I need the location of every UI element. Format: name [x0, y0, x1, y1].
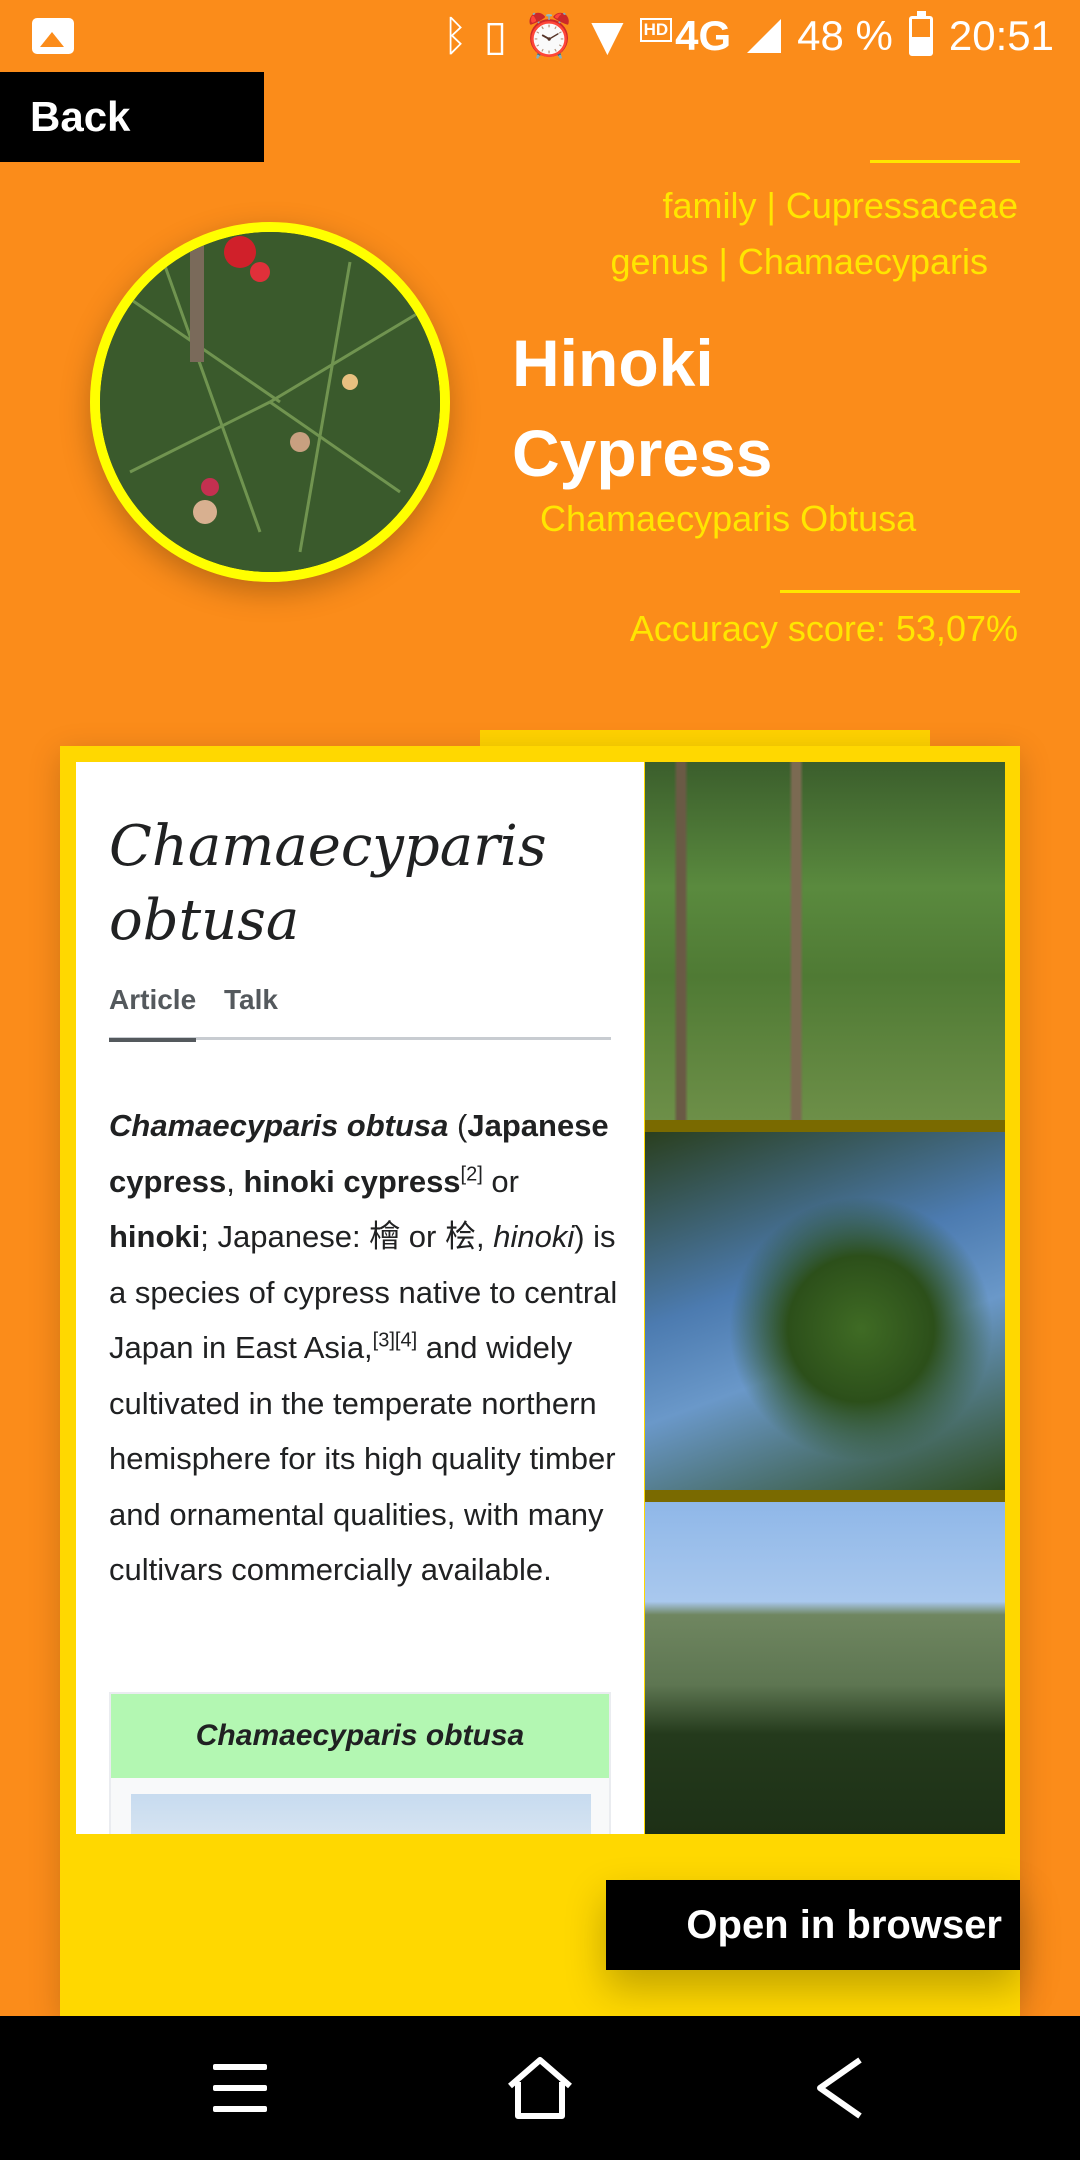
status-bar: ᛒ ▯ ⏰ ▼ HD 4G 48 % 20:51	[0, 0, 1080, 72]
reference-link[interactable]: [3]	[373, 1330, 395, 1352]
wiki-heading-line-2: obtusa	[109, 888, 300, 953]
wikipedia-webview[interactable]: Chamaecyparis obtusa Article Talk Chamae…	[76, 762, 644, 1834]
text: or	[482, 1163, 519, 1199]
text: ,	[226, 1163, 244, 1199]
accuracy-score: Accuracy score: 53,07%	[629, 608, 1018, 649]
clock: 20:51	[948, 12, 1054, 59]
gallery-photo-forest[interactable]	[645, 762, 1005, 1120]
taxonomy: family | Cupressaceae genus | Chamaecypa…	[610, 178, 1018, 290]
text: and widely cultivated in the temperate n…	[109, 1330, 616, 1587]
gallery-photo-mountains[interactable]	[645, 1502, 1005, 1834]
open-in-browser-button[interactable]: Open in browser	[606, 1880, 1020, 1970]
bold-term: hinoki cypress	[243, 1163, 461, 1199]
infobox-title: Chamaecyparis obtusa	[111, 1694, 609, 1778]
gallery-icon	[32, 18, 74, 54]
bold-term: Chamaecyparis obtusa	[109, 1108, 449, 1143]
vibrate-icon: ▯	[483, 11, 507, 60]
reference-link[interactable]: [2]	[461, 1163, 483, 1185]
alarm-icon: ⏰	[522, 11, 576, 60]
tree-photo-icon	[100, 232, 440, 572]
title-line-1: Hinoki	[512, 326, 714, 400]
text: ; Japanese: 檜 or 桧,	[200, 1219, 494, 1254]
divider	[645, 1120, 1005, 1132]
menu-icon[interactable]	[213, 2064, 267, 2112]
tab-article[interactable]: Article	[109, 984, 197, 1042]
wiki-heading: Chamaecyparis obtusa	[109, 810, 547, 958]
family-label: family | Cupressaceae	[662, 185, 1019, 226]
scientific-name: Chamaecyparis Obtusa	[540, 498, 917, 539]
reference-link[interactable]: [4]	[395, 1330, 417, 1352]
infobox-image[interactable]	[131, 1794, 591, 1834]
battery-percent: 48 %	[797, 12, 893, 59]
home-icon[interactable]	[506, 2056, 574, 2120]
gallery-photo-branch[interactable]	[645, 1132, 1005, 1490]
title-line-2: Cypress	[512, 416, 773, 490]
back-button[interactable]: Back	[0, 72, 264, 162]
divider	[645, 1490, 1005, 1502]
genus-label: genus | Chamaecyparis	[610, 241, 988, 282]
wiki-tabs: Article Talk	[109, 984, 611, 1042]
bold-term: hinoki	[109, 1219, 201, 1254]
plant-photo	[90, 222, 450, 582]
network-badge: HD 4G	[639, 12, 732, 60]
wifi-icon: ▼	[591, 11, 624, 60]
divider	[870, 160, 1020, 163]
wiki-article-text: Chamaecyparis obtusa (Japanese cypress, …	[109, 1098, 619, 1598]
italic-term: hinoki	[493, 1219, 575, 1254]
hd-label: HD	[639, 18, 673, 42]
infobox: Chamaecyparis obtusa	[109, 1692, 611, 1834]
navigation-bar	[0, 2016, 1080, 2160]
tab-talk[interactable]: Talk	[224, 984, 278, 1016]
divider	[780, 590, 1020, 593]
text: (	[448, 1108, 468, 1143]
bluetooth-icon: ᛒ	[442, 11, 468, 60]
battery-icon	[908, 11, 933, 56]
wiki-heading-line-1: Chamaecyparis	[109, 814, 547, 879]
back-arrow-icon[interactable]	[812, 2056, 868, 2120]
plant-title: Hinoki Cypress	[512, 318, 773, 498]
network-type: 4G	[675, 12, 732, 59]
signal-icon	[747, 19, 782, 53]
